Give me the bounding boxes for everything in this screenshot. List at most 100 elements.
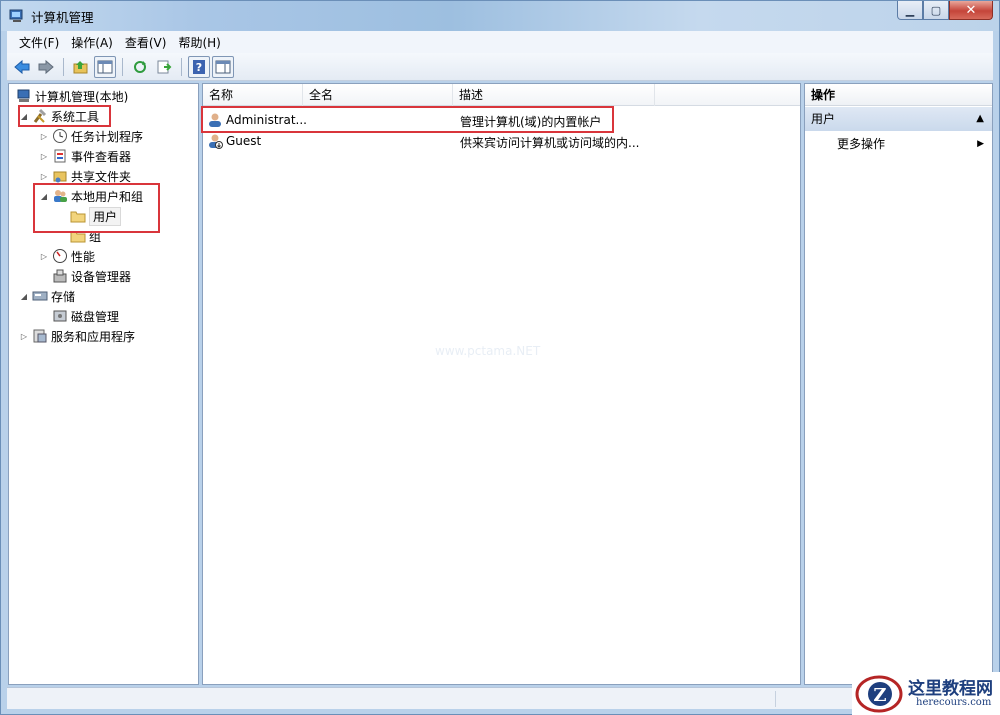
action-pane-icon xyxy=(215,60,231,73)
maximize-icon: ▢ xyxy=(930,3,942,17)
disabled-user-icon xyxy=(207,133,223,152)
tree-item-groups[interactable]: 组 xyxy=(67,226,101,246)
collapse-arrow-icon[interactable]: ◢ xyxy=(19,292,29,301)
close-button[interactable]: ✕ xyxy=(949,1,993,20)
submenu-arrow-icon: ▶ xyxy=(977,139,984,149)
tree-label-task-scheduler: 任务计划程序 xyxy=(71,129,144,144)
menu-action[interactable]: 操作(A) xyxy=(67,34,121,51)
tree-label-users: 用户 xyxy=(89,206,122,226)
collapse-arrow-icon[interactable]: ◢ xyxy=(19,112,29,121)
minimize-icon: ▁ xyxy=(905,3,915,17)
expand-arrow-icon[interactable]: ▷ xyxy=(39,132,49,141)
menu-help[interactable]: 帮助(H) xyxy=(174,34,228,51)
tree-item-device-manager[interactable]: 设备管理器 xyxy=(49,266,131,286)
tree-item-users[interactable]: 用户 xyxy=(67,206,122,226)
site-logo-name: 这里教程网 xyxy=(908,679,993,699)
tree-item-system-tools[interactable]: ◢ 系统工具 xyxy=(19,106,99,126)
close-icon: ✕ xyxy=(965,2,977,18)
title-bar: 计算机管理 ▁ ▢ ✕ xyxy=(1,1,999,31)
folder-icon xyxy=(69,228,87,244)
tree-label-services-apps: 服务和应用程序 xyxy=(51,329,136,344)
more-actions-label: 更多操作 xyxy=(837,137,886,151)
device-manager-icon xyxy=(51,268,69,284)
column-fullname[interactable]: 全名 xyxy=(303,84,453,106)
list-view-pane: 名称 全名 描述 Administrat... 管理计算机(域)的内置帐户 Gu… xyxy=(201,83,801,685)
storage-icon xyxy=(31,288,49,304)
back-arrow-icon xyxy=(14,59,30,74)
minimize-button[interactable]: ▁ xyxy=(897,1,923,20)
window-title: 计算机管理 xyxy=(31,10,94,25)
actions-header: 操作 xyxy=(805,84,992,106)
column-name[interactable]: 名称 xyxy=(203,84,303,106)
tree-item-shared-folders[interactable]: ▷ 共享文件夹 xyxy=(39,166,131,186)
toolbar-separator xyxy=(63,57,64,76)
expand-arrow-icon[interactable]: ▷ xyxy=(39,172,49,181)
export-icon xyxy=(157,60,172,73)
actions-section-users[interactable]: 用户 ▲ xyxy=(805,107,992,131)
user-description: 供来宾访问计算机或访问域的内... xyxy=(460,136,640,150)
tree-item-task-scheduler[interactable]: ▷ 任务计划程序 xyxy=(39,126,143,146)
collapse-up-icon[interactable]: ▲ xyxy=(976,107,984,131)
shared-folder-icon xyxy=(51,168,69,184)
tree-item-disk-management[interactable]: 磁盘管理 xyxy=(49,306,119,326)
expand-arrow-icon[interactable]: ▷ xyxy=(19,332,29,341)
watermark-text: www.pctama.NET xyxy=(435,344,541,358)
console-tree-icon xyxy=(97,60,113,73)
more-actions-item[interactable]: 更多操作 ▶ xyxy=(805,134,992,154)
svg-text:?: ? xyxy=(196,61,202,74)
show-action-pane-button[interactable] xyxy=(212,55,234,78)
forward-arrow-icon xyxy=(38,59,54,74)
computer-management-window: 计算机管理 ▁ ▢ ✕ 文件(F) 操作(A) 查看(V) 帮助(H) ? 计算… xyxy=(0,0,1000,715)
tree-item-services-apps[interactable]: ▷ 服务和应用程序 xyxy=(19,326,135,346)
user-icon xyxy=(207,112,223,131)
tree-item-local-users-groups[interactable]: ◢ 本地用户和组 xyxy=(39,186,143,206)
up-level-button[interactable] xyxy=(70,56,92,78)
menu-view[interactable]: 查看(V) xyxy=(121,34,175,51)
services-icon xyxy=(31,328,49,344)
list-header: 名称 全名 描述 xyxy=(203,84,800,106)
window-controls: ▁ ▢ ✕ xyxy=(897,1,993,21)
tree-label-shared-folders: 共享文件夹 xyxy=(71,169,132,184)
tree-label-groups: 组 xyxy=(89,229,102,244)
actions-section-label: 用户 xyxy=(811,112,836,126)
expand-arrow-icon[interactable]: ▷ xyxy=(39,252,49,261)
site-logo: Z 这里教程网 herecours.com xyxy=(852,672,1000,715)
tree-item-storage[interactable]: ◢ 存储 xyxy=(19,286,75,306)
menu-file[interactable]: 文件(F) xyxy=(15,34,67,51)
user-description: 管理计算机(域)的内置帐户 xyxy=(460,115,602,129)
export-list-button[interactable] xyxy=(153,56,175,78)
tree-item-performance[interactable]: ▷ 性能 xyxy=(39,246,95,266)
forward-button[interactable] xyxy=(35,56,57,78)
tree-label-device-manager: 设备管理器 xyxy=(71,269,132,284)
maximize-button[interactable]: ▢ xyxy=(923,1,949,20)
tree-item-root[interactable]: 计算机管理(本地) xyxy=(13,86,128,106)
tree-label-storage: 存储 xyxy=(51,289,76,304)
help-button[interactable]: ? xyxy=(188,55,210,78)
computer-management-icon xyxy=(15,88,33,104)
performance-icon xyxy=(51,248,69,264)
expand-arrow-icon[interactable]: ▷ xyxy=(39,152,49,161)
tree-label-local-users-groups: 本地用户和组 xyxy=(71,189,144,204)
list-item-guest[interactable]: Guest 供来宾访问计算机或访问域的内... xyxy=(203,131,800,151)
site-logo-icon: Z xyxy=(855,675,903,713)
event-log-icon xyxy=(51,148,69,164)
menu-bar: 文件(F) 操作(A) 查看(V) 帮助(H) xyxy=(7,31,993,53)
refresh-icon xyxy=(134,60,146,73)
folder-icon xyxy=(69,208,87,224)
back-button[interactable] xyxy=(11,56,33,78)
column-description[interactable]: 描述 xyxy=(453,84,655,106)
help-icon: ? xyxy=(193,59,205,74)
list-item-administrator[interactable]: Administrat... 管理计算机(域)的内置帐户 xyxy=(203,110,800,130)
user-name: Administrat... xyxy=(226,113,307,127)
tree-label-disk-management: 磁盘管理 xyxy=(71,309,120,324)
tree-item-event-viewer[interactable]: ▷ 事件查看器 xyxy=(39,146,131,166)
status-bar xyxy=(7,687,993,709)
collapse-arrow-icon[interactable]: ◢ xyxy=(39,192,49,201)
refresh-button[interactable] xyxy=(129,56,151,78)
svg-text:Z: Z xyxy=(873,685,886,706)
actions-pane: 操作 用户 ▲ 更多操作 ▶ xyxy=(804,83,993,685)
tree-label-root: 计算机管理(本地) xyxy=(35,89,129,104)
tree-label-performance: 性能 xyxy=(71,249,96,264)
clock-icon xyxy=(51,128,69,144)
show-hide-tree-button[interactable] xyxy=(94,55,116,78)
